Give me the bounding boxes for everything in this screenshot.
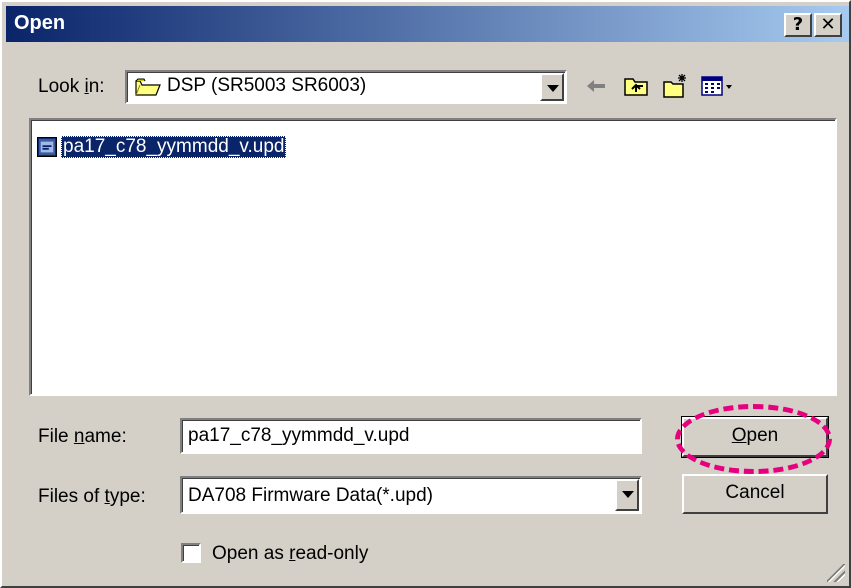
file-item-name: pa17_c78_yymmdd_v.upd bbox=[61, 136, 287, 158]
files-of-type-dropdown-button[interactable] bbox=[615, 479, 639, 511]
file-name-input[interactable] bbox=[180, 418, 642, 454]
create-new-folder-icon[interactable] bbox=[662, 72, 690, 100]
up-one-level-icon[interactable] bbox=[622, 72, 650, 100]
files-of-type-label: Files of type: bbox=[38, 486, 146, 507]
title-bar[interactable]: Open ? ✕ bbox=[6, 6, 849, 42]
view-menu-icon[interactable] bbox=[700, 72, 736, 100]
upd-file-icon bbox=[37, 137, 57, 157]
cancel-button[interactable]: Cancel bbox=[682, 474, 828, 514]
file-list[interactable]: pa17_c78_yymmdd_v.upd bbox=[29, 118, 837, 396]
open-button[interactable]: Open bbox=[681, 416, 829, 458]
files-of-type-value: DA708 Firmware Data(*.upd) bbox=[188, 485, 433, 506]
files-of-type-dropdown[interactable]: DA708 Firmware Data(*.upd) bbox=[180, 476, 642, 514]
help-button[interactable]: ? bbox=[784, 13, 812, 37]
resize-grip[interactable] bbox=[827, 564, 845, 582]
read-only-label[interactable]: Open as read-only bbox=[212, 543, 368, 565]
back-arrow-icon[interactable] bbox=[582, 72, 610, 100]
open-folder-icon bbox=[135, 78, 161, 96]
look-in-value: DSP (SR5003 SR6003) bbox=[167, 75, 367, 96]
look-in-dropdown[interactable]: DSP (SR5003 SR6003) bbox=[125, 70, 567, 104]
close-button[interactable]: ✕ bbox=[814, 13, 842, 37]
look-in-dropdown-button[interactable] bbox=[540, 73, 564, 101]
read-only-checkbox[interactable] bbox=[181, 543, 201, 563]
file-name-label: File name: bbox=[38, 426, 127, 447]
open-dialog: Open ? ✕ Look in: DSP (SR5003 SR6003) pa… bbox=[0, 0, 851, 588]
window-title: Open bbox=[14, 12, 66, 34]
look-in-label: Look in: bbox=[38, 76, 105, 97]
